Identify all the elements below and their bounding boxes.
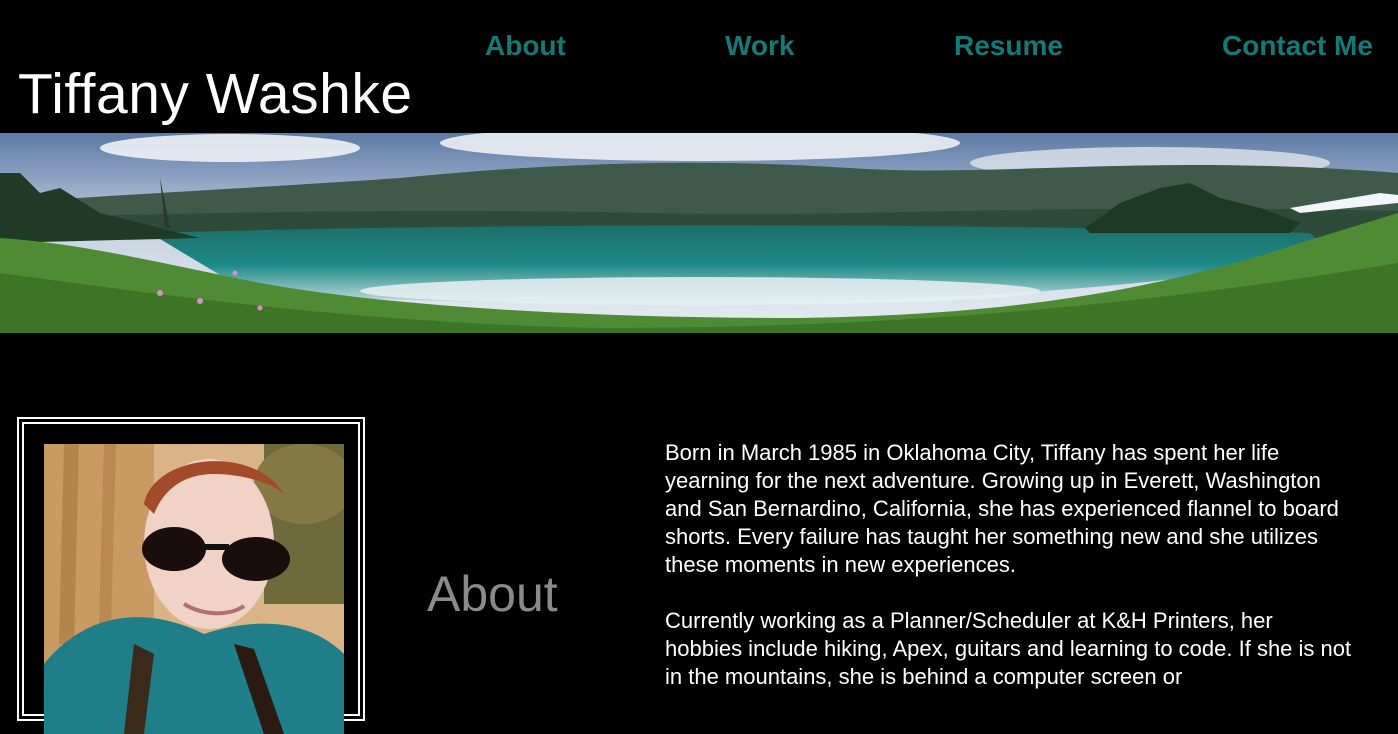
about-bio: Born in March 1985 in Oklahoma City, Tif…: [665, 439, 1355, 719]
section-heading-about: About: [427, 566, 558, 622]
site-title: Tiffany Washke: [18, 62, 413, 126]
bio-paragraph: Currently working as a Planner/Scheduler…: [665, 608, 1352, 689]
nav-link-contact[interactable]: Contact Me: [1222, 28, 1373, 64]
site-header: About Work Resume Contact Me Tiffany Was…: [0, 0, 1398, 133]
bio-paragraph: Born in March 1985 in Oklahoma City, Tif…: [665, 440, 1339, 577]
banner-image-lake-panorama: [0, 133, 1398, 333]
profile-photo: [44, 444, 344, 734]
nav-link-work[interactable]: Work: [725, 28, 795, 64]
profile-photo-frame: [17, 417, 365, 734]
nav-link-resume[interactable]: Resume: [954, 28, 1063, 64]
nav-link-about[interactable]: About: [485, 28, 566, 64]
